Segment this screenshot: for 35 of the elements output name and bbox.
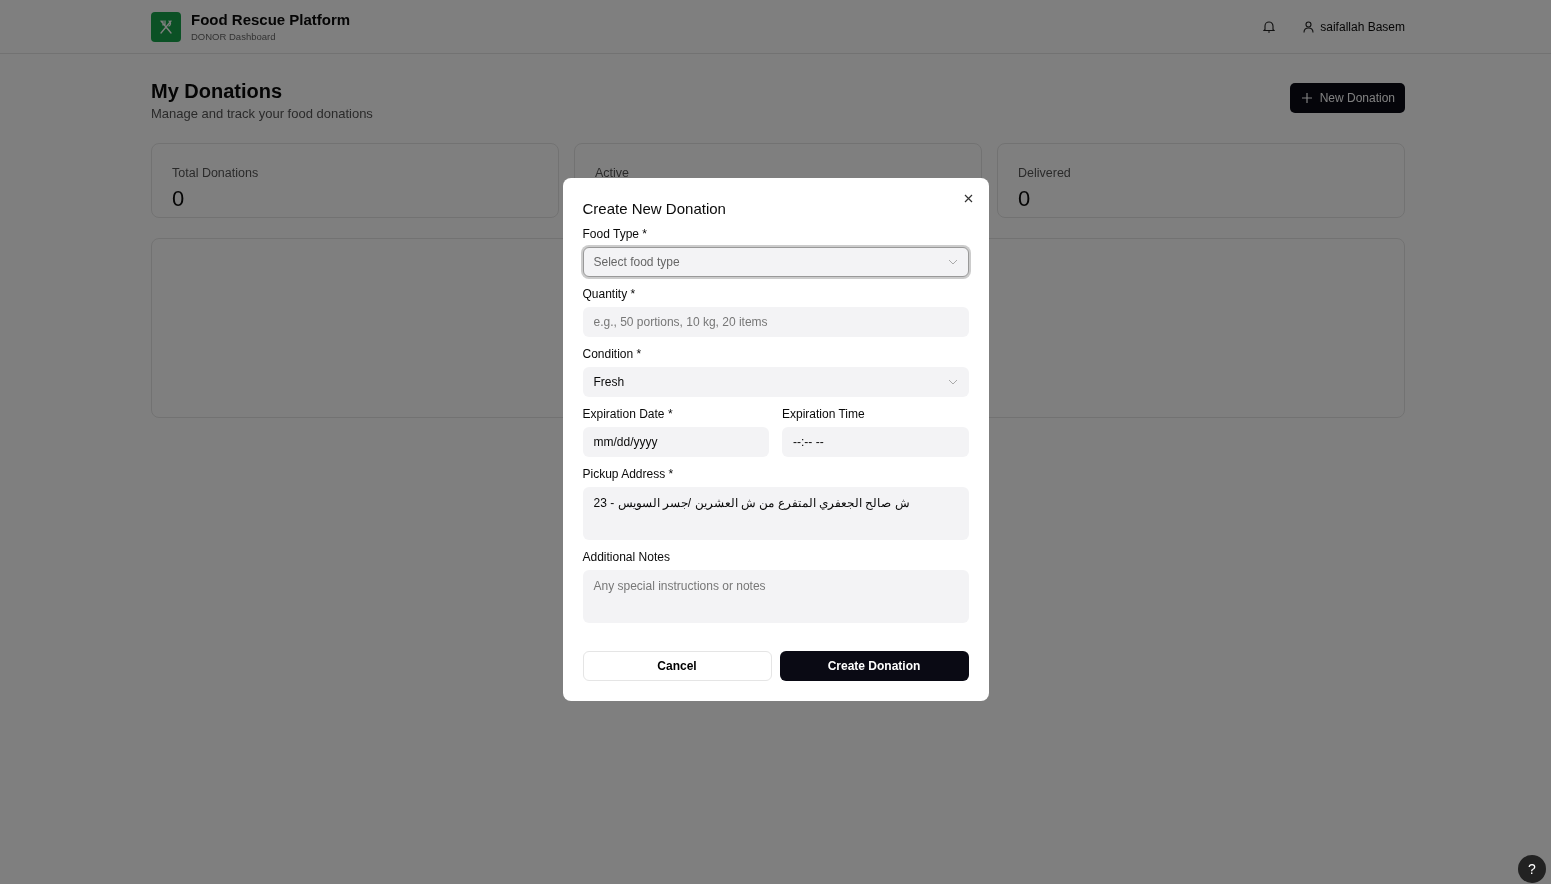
chevron-down-icon [947,258,958,265]
text-area[interactable]: ش صالح الجعفري المتفرع من ش العشرين /جسر السويس - 23 [582,486,969,540]
stat-value: 0 [1018,186,1032,212]
dialog-title: Create New Donation [582,199,727,217]
user-name[interactable]: saifallah Basem [1320,19,1405,34]
bell-icon[interactable] [1263,20,1276,33]
brand-subtitle: DONOR Dashboard [191,31,277,42]
new-donation-button[interactable]: New Donation [1289,83,1405,113]
chevron-down-icon [947,378,958,385]
field-label: Condition * [582,346,643,361]
stat-value: 0 [172,186,186,212]
stat-label: Total Donations [172,166,260,180]
input-field[interactable]: e.g., 50 portions, 10 kg, 20 items [582,306,969,337]
stat-label: Delivered [1018,166,1072,180]
field-label: Food Type * [582,226,648,241]
field-label: Additional Notes [582,549,671,564]
plus-icon [1301,93,1312,103]
select-field[interactable]: Fresh [582,366,969,397]
utensils-logo-icon [151,11,181,42]
page-title: My Donations [151,80,284,103]
select-field[interactable]: Select food type [582,246,969,277]
brand-title: Food Rescue Platform [191,11,351,28]
input-field[interactable]: --:-- -- [782,426,969,457]
create-donation-button[interactable]: Create Donation [779,650,969,681]
help-button[interactable]: ? [1518,855,1546,883]
cancel-button[interactable]: Cancel [582,650,772,681]
field-label: Quantity * [582,286,637,301]
input-field[interactable]: mm/dd/yyyy [582,426,769,457]
stat-label: Active [595,166,631,180]
user-icon [1303,20,1315,33]
field-label: Pickup Address * [582,466,675,481]
text-area[interactable]: Any special instructions or notes [582,569,969,623]
page-subtitle: Manage and track your food donations [151,106,373,121]
field-label: Expiration Date * [582,406,674,421]
field-label: Expiration Time [782,406,866,421]
